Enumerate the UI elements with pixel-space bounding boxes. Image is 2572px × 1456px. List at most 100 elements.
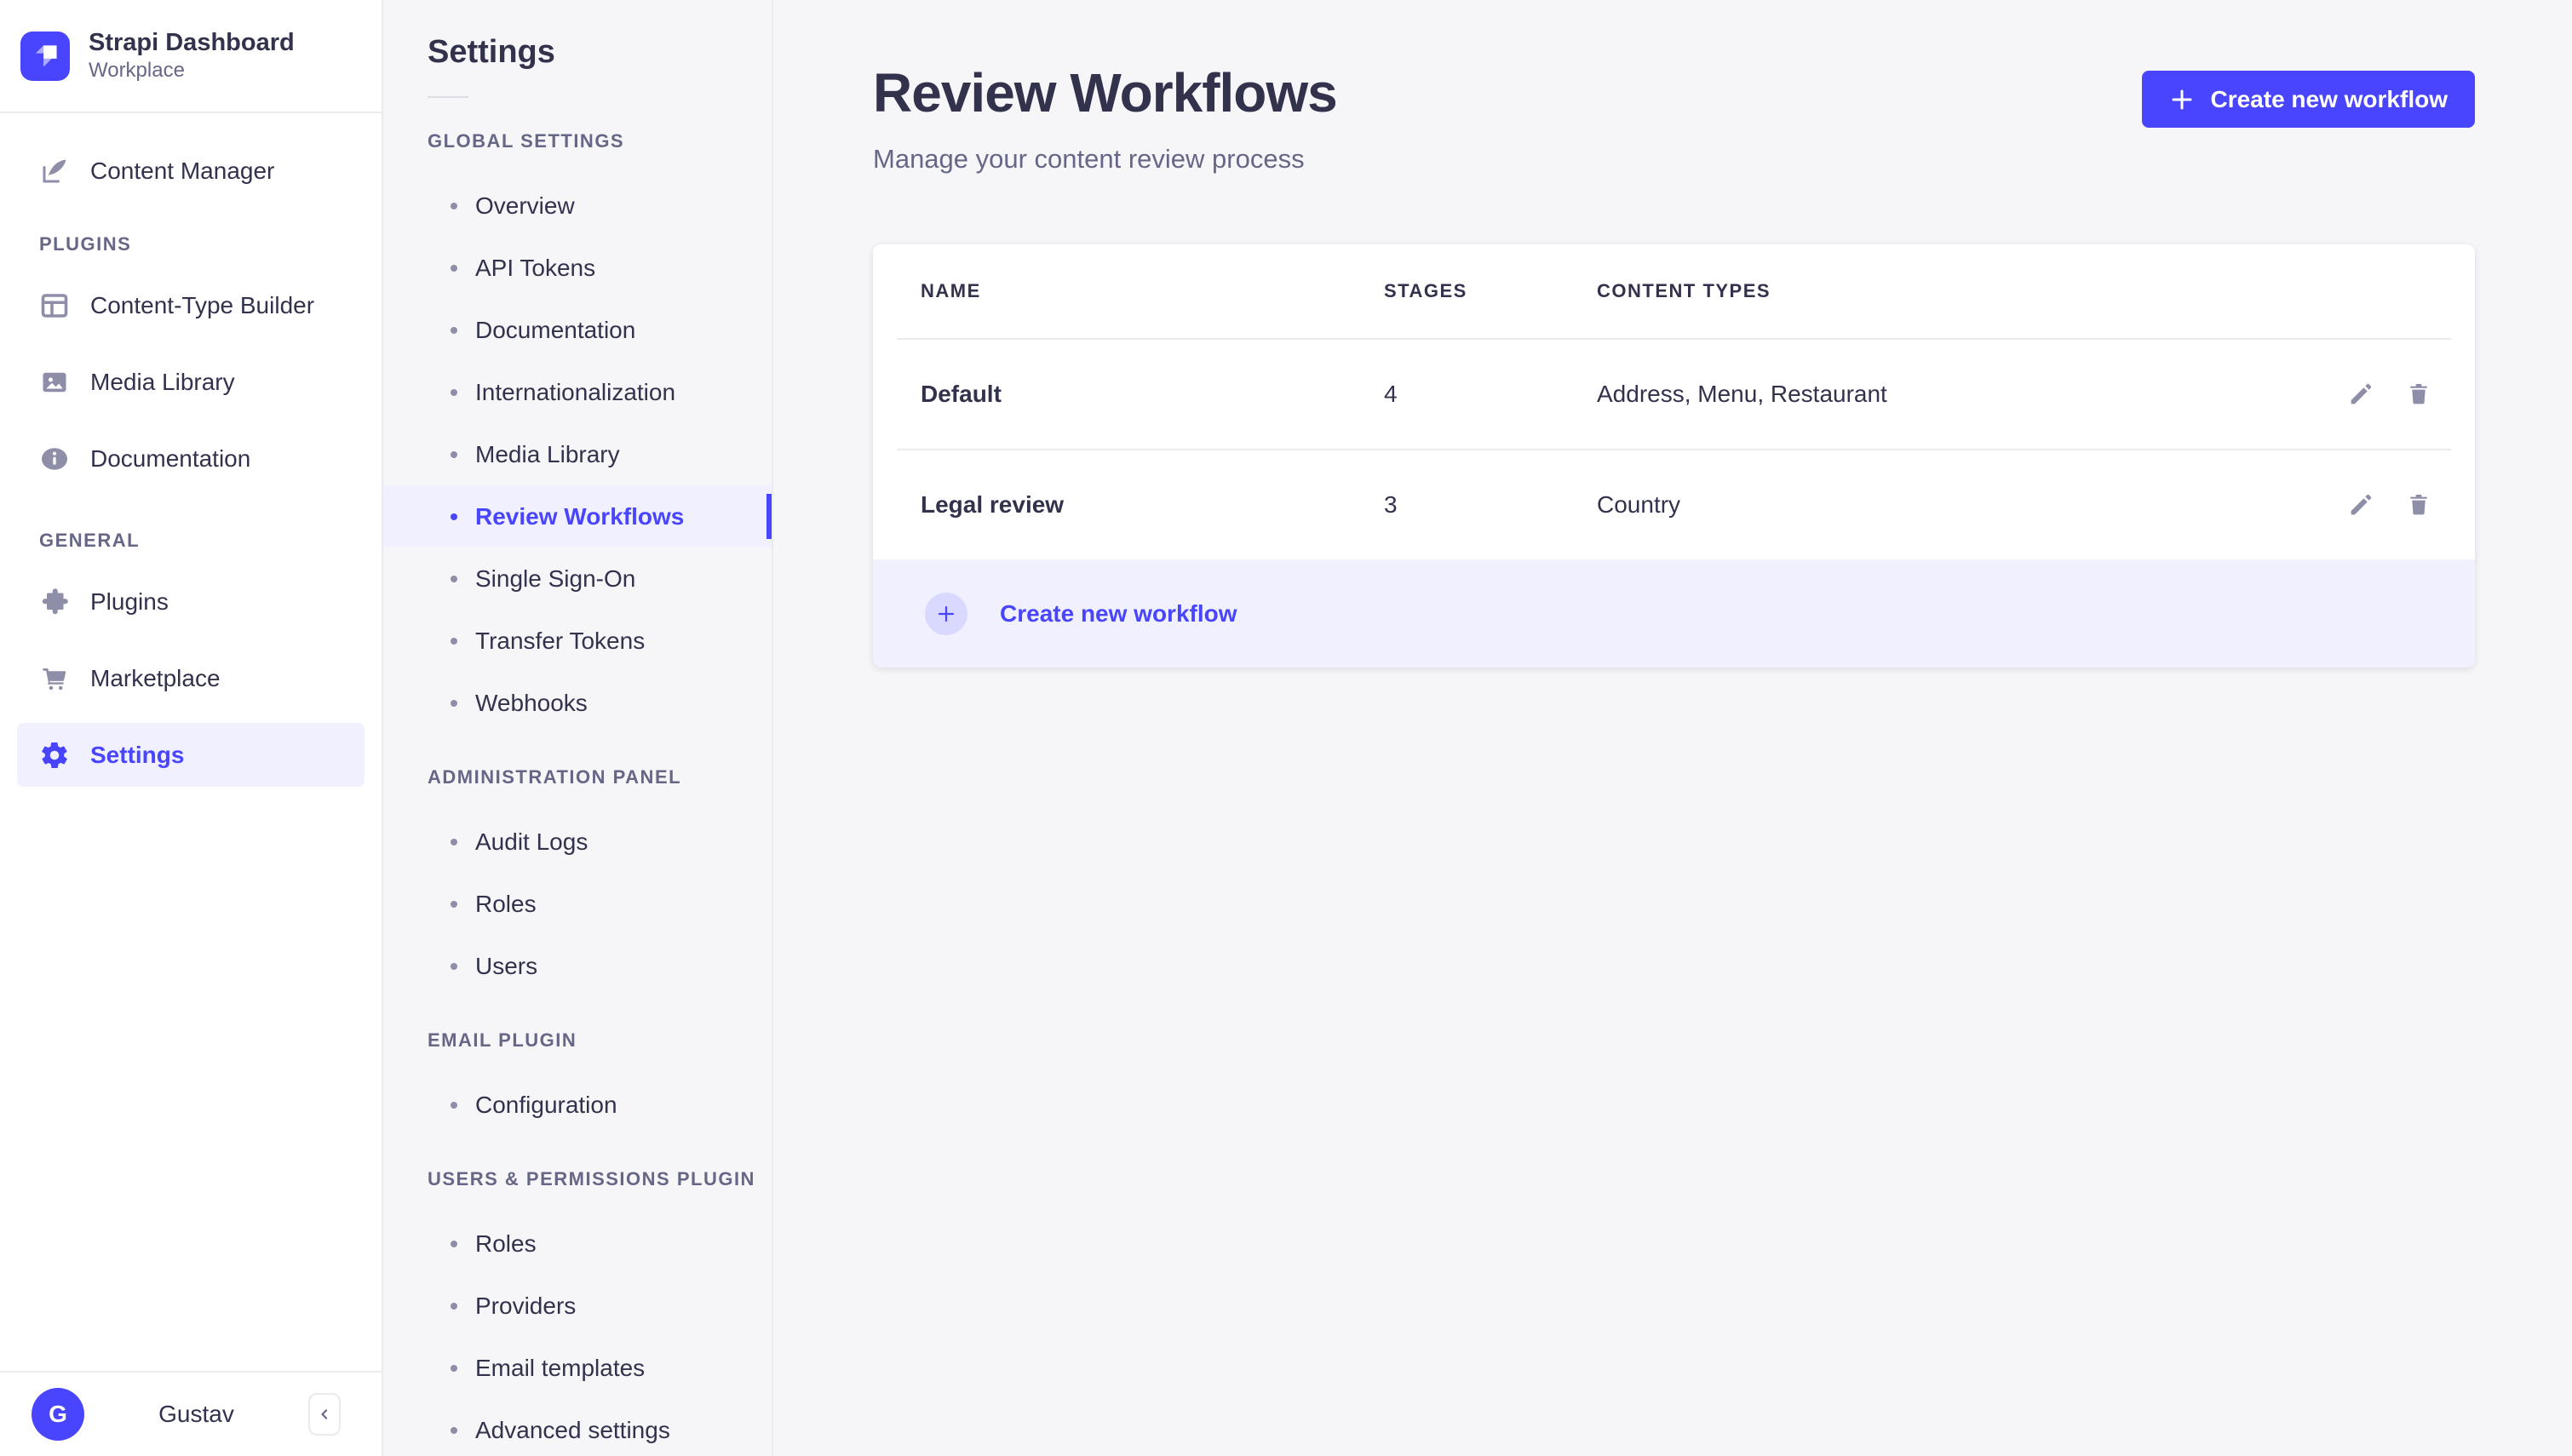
plus-icon [938,605,955,622]
subnav-item-label: Webhooks [475,689,588,716]
subnav-section-users-permissions-plugin: USERS & PERMISSIONS PLUGIN [428,1168,755,1189]
gear-icon [42,742,67,768]
subnav-item-label: Review Workflows [475,502,685,530]
user-name: Gustav [158,1401,234,1427]
create-workflow-footer-button[interactable]: Create new workflow [873,559,2475,668]
sidebar-item-settings[interactable]: Settings [17,723,365,787]
subnav-item-webhooks[interactable]: Webhooks [383,672,772,734]
bullet-dot [451,838,457,846]
subnav-section-email-plugin: EMAIL PLUGIN [428,1029,577,1051]
subnav-item-label: Advanced settings [475,1416,670,1443]
delete-workflow-button[interactable] [2402,377,2436,411]
main-sidebar: Strapi Dashboard Workplace Content Manag… [0,0,383,1456]
pencil-icon [2351,494,2372,515]
sidebar-item-label: Content Manager [90,157,275,184]
settings-subnav: Settings GLOBAL SETTINGS Overview API To… [383,0,773,1456]
subnav-item-label: Providers [475,1292,577,1319]
subnav-item-media-library[interactable]: Media Library [383,423,772,485]
sidebar-footer: G Gustav [0,1371,382,1456]
info-icon [42,447,67,470]
edit-workflow-button[interactable] [2344,377,2378,411]
subnav-item-label: API Tokens [475,254,596,281]
subnav-item-documentation[interactable]: Documentation [383,299,772,361]
bullet-dot [451,1364,457,1372]
edit-workflow-button[interactable] [2344,488,2378,522]
subnav-item-review-workflows[interactable]: Review Workflows [383,485,772,547]
sidebar-item-label: Documentation [90,444,251,472]
active-indicator [766,494,772,539]
subnav-item-label: Users [475,952,538,979]
pencil-icon [2351,383,2372,404]
column-header-stages: STAGES [1384,280,1467,302]
puzzle-icon [42,588,68,614]
cart-icon [43,668,66,690]
chevron-left-icon [321,1409,328,1419]
table-row[interactable]: Legal review 3 Country [873,450,2475,559]
subnav-item-label: Configuration [475,1091,617,1118]
subnav-item-api-tokens[interactable]: API Tokens [383,237,772,299]
subnav-item-label: Overview [475,192,575,219]
delete-workflow-button[interactable] [2402,488,2436,522]
workflows-table-card: NAME STAGES CONTENT TYPES Default 4 Addr… [873,244,2475,668]
subnav-item-transfer-tokens[interactable]: Transfer Tokens [383,610,772,672]
sidebar-item-media-library[interactable]: Media Library [17,350,365,414]
app-title: Strapi Dashboard [89,28,295,56]
bullet-dot [451,699,457,707]
brand-text: Strapi Dashboard Workplace [89,28,295,84]
subnav-item-email-templates[interactable]: Email templates [383,1337,772,1399]
create-workflow-button[interactable]: Create new workflow [2142,71,2475,128]
column-header-content-types: CONTENT TYPES [1597,280,1771,302]
footer-action-label: Create new workflow [1000,599,1237,627]
sidebar-section-general: GENERAL [39,530,141,551]
sidebar-section-plugins: PLUGINS [39,233,132,255]
subnav-item-label: Transfer Tokens [475,627,646,654]
bullet-dot [451,962,457,970]
subnav-item-label: Email templates [475,1354,646,1381]
bullet-dot [451,513,457,520]
bullet-dot [451,1302,457,1310]
subnav-item-label: Single Sign-On [475,565,636,592]
sidebar-item-plugins[interactable]: Plugins [17,570,365,633]
user-avatar[interactable]: G [32,1388,84,1441]
page-title: Review Workflows [873,62,1338,123]
subnav-item-audit-logs[interactable]: Audit Logs [383,811,772,873]
subnav-item-advanced-settings[interactable]: Advanced settings [383,1399,772,1456]
bullet-dot [451,388,457,396]
table-header-row: NAME STAGES CONTENT TYPES [873,244,2475,338]
subnav-item-roles-admin[interactable]: Roles [383,873,772,935]
subnav-item-internationalization[interactable]: Internationalization [383,361,772,423]
workflow-stages: 4 [1384,381,1398,408]
subnav-item-overview[interactable]: Overview [383,175,772,237]
brand-block[interactable]: Strapi Dashboard Workplace [0,0,382,113]
table-row[interactable]: Default 4 Address, Menu, Restaurant [873,340,2475,449]
subnav-item-single-sign-on[interactable]: Single Sign-On [383,547,772,610]
trash-icon [2410,384,2427,404]
workflow-content-types: Address, Menu, Restaurant [1597,381,1887,408]
subnav-item-providers[interactable]: Providers [383,1275,772,1337]
subnav-item-label: Media Library [475,440,620,467]
sidebar-item-content-type-builder[interactable]: Content-Type Builder [17,273,365,337]
subnav-item-label: Audit Logs [475,828,588,855]
sidebar-item-marketplace[interactable]: Marketplace [17,646,365,710]
sidebar-collapse-button[interactable] [308,1393,341,1436]
workflow-content-types: Country [1597,491,1681,519]
subnav-item-label: Documentation [475,316,636,343]
bullet-dot [451,1426,457,1434]
row-actions [2325,377,2436,411]
sidebar-nav: Content Manager PLUGINS Content-Type Bui… [0,113,382,787]
subnav-item-users[interactable]: Users [383,935,772,997]
create-workflow-button-label: Create new workflow [2210,85,2448,112]
subnav-item-label: Internationalization [475,378,676,405]
sidebar-item-documentation[interactable]: Documentation [17,427,365,490]
subnav-item-configuration[interactable]: Configuration [383,1074,772,1136]
layout-grid-icon [41,293,68,318]
feather-pen-icon [43,159,66,182]
sidebar-item-content-manager[interactable]: Content Manager [17,139,365,203]
subnav-section-administration-panel: ADMINISTRATION PANEL [428,766,682,788]
column-header-name: NAME [921,280,981,302]
page-titles: Review Workflows Manage your content rev… [873,62,2142,175]
sidebar-item-label: Content-Type Builder [90,291,315,318]
sidebar-item-label: Marketplace [90,664,221,691]
subnav-item-roles-up[interactable]: Roles [383,1212,772,1275]
bullet-dot [451,1101,457,1109]
